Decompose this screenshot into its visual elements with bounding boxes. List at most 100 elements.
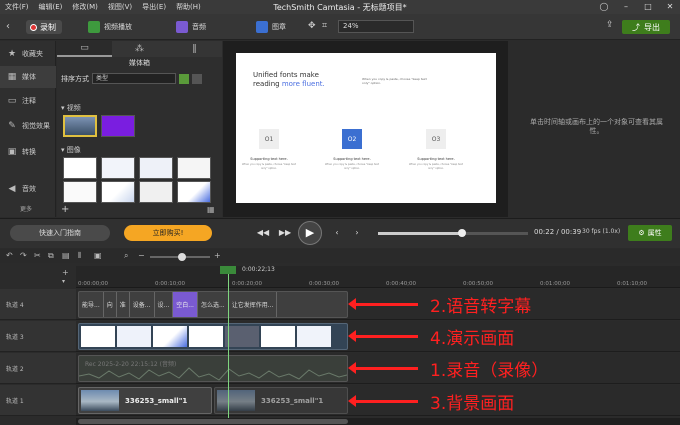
video-thumbnail[interactable] <box>101 115 135 137</box>
split-icon[interactable]: ⫴ <box>78 251 81 261</box>
sidebar-item-favorites[interactable]: ★ 收藏夹 <box>0 43 56 65</box>
track-header-3[interactable]: 轨道 3 <box>0 321 76 352</box>
grid-size-icon[interactable]: ▦ <box>207 205 215 214</box>
paste-icon[interactable]: ▤ <box>62 251 70 260</box>
tool-stamp[interactable]: 图章 <box>256 19 286 35</box>
export-button[interactable]: ⤴ 导出 <box>622 20 670 34</box>
maximize-icon[interactable]: □ <box>642 2 654 11</box>
video-section-header[interactable]: ▾ 视频 <box>61 103 81 113</box>
grid-view-icon[interactable] <box>192 73 202 84</box>
playback-progress[interactable] <box>378 229 528 237</box>
image-thumbnail[interactable] <box>139 181 173 203</box>
cut-icon[interactable]: ✂ <box>34 251 41 260</box>
timeline-ruler[interactable]: 0:00:00;00 0:00:10;00 0:00:20;00 0:00:30… <box>76 266 680 288</box>
menu-modify[interactable]: 修改(M) <box>67 2 103 12</box>
track-header-4[interactable]: 轨道 4 <box>0 289 76 320</box>
canvas-area[interactable]: Unified fonts make reading more fluent. … <box>223 41 508 217</box>
caption-segment[interactable]: 设... <box>155 292 174 317</box>
crop-icon[interactable]: ⌗ <box>322 21 327 31</box>
step-forward-icon[interactable]: ▶▶ <box>278 227 292 239</box>
image-section-header[interactable]: ▾ 图像 <box>61 145 81 155</box>
image-thumbnail[interactable] <box>139 157 173 179</box>
tool-audio[interactable]: 音频 <box>176 19 206 35</box>
image-thumbnail[interactable] <box>63 181 97 203</box>
zoom-select[interactable]: 24% <box>338 20 414 33</box>
menu-export[interactable]: 导出(E) <box>137 2 171 12</box>
zoom-slider-handle[interactable] <box>178 253 186 261</box>
magic-wand-icon: ✎ <box>8 121 16 131</box>
properties-button[interactable]: ⚙ 属性 <box>628 225 672 241</box>
menu-view[interactable]: 视图(V) <box>103 2 137 12</box>
camera-icon[interactable]: ▣ <box>94 251 102 260</box>
add-icon[interactable]: + <box>61 204 69 215</box>
minimize-icon[interactable]: – <box>620 2 632 11</box>
tab-books[interactable]: ‖ <box>167 41 222 57</box>
slide-sublabel: When you copy & paste, choose "keep text… <box>409 163 463 170</box>
caption-segment[interactable]: 准 <box>117 292 130 317</box>
record-button[interactable]: 录制 <box>26 20 62 34</box>
slides-clip[interactable] <box>78 323 348 350</box>
caption-segment-selected[interactable]: 空白... <box>173 292 198 317</box>
buy-now-button[interactable]: 立即购买! <box>124 225 212 241</box>
audio-clip[interactable]: Rec 2025-2-20 22:15:12 (音频) <box>78 355 348 382</box>
menu-edit[interactable]: 编辑(E) <box>34 2 68 12</box>
video-thumbnail[interactable] <box>63 115 97 137</box>
image-thumbnail[interactable] <box>63 157 97 179</box>
caption-segment[interactable]: 向 <box>104 292 117 317</box>
image-thumbnail[interactable] <box>101 181 135 203</box>
tab-media-bin[interactable]: ▭ <box>57 41 112 57</box>
image-thumbnail[interactable] <box>177 157 211 179</box>
zoom-out-icon[interactable]: − <box>138 251 145 260</box>
tool-video-play[interactable]: 视频播放 <box>88 19 132 35</box>
tab-library[interactable]: ⁂ <box>112 41 167 57</box>
redo-icon[interactable]: ↷ <box>20 251 27 260</box>
track-header-1[interactable]: 轨道 1 <box>0 385 76 416</box>
sidebar-item-visual-effects[interactable]: ✎ 视觉效果 <box>0 115 56 137</box>
timeline-scrollbar[interactable] <box>76 418 680 425</box>
annotation-arrow <box>348 395 418 407</box>
collapse-icon[interactable]: ▾ <box>62 278 65 285</box>
annotation-arrow <box>348 362 418 374</box>
undo-icon[interactable]: ↶ <box>6 251 13 260</box>
sidebar-more[interactable]: 更多 <box>20 204 32 213</box>
progress-handle[interactable] <box>458 229 466 237</box>
sidebar-item-transitions[interactable]: ▣ 转换 <box>0 141 56 163</box>
zoom-icon[interactable]: ⌕ <box>124 251 128 261</box>
zoom-in-icon[interactable]: + <box>214 251 221 260</box>
quick-start-guide-button[interactable]: 快速入门指南 <box>10 225 110 241</box>
pointer-icon[interactable]: ✥ <box>308 21 316 31</box>
caption-segment[interactable]: 设备... <box>130 292 155 317</box>
menu-help[interactable]: 帮助(H) <box>171 2 206 12</box>
background-clip[interactable]: 336253_small"1 <box>78 387 212 414</box>
background-clip[interactable]: 336253_small"1 <box>214 387 348 414</box>
sidebar-item-media[interactable]: ▦ 媒体 <box>0 66 56 88</box>
sidebar-item-annotations[interactable]: ▭ 注释 <box>0 90 56 112</box>
image-thumbnail[interactable] <box>101 157 135 179</box>
caption-segment[interactable]: 怎么选... <box>198 292 229 317</box>
close-icon[interactable]: ✕ <box>664 2 676 11</box>
copy-icon[interactable]: ⧉ <box>48 251 54 261</box>
menu-file[interactable]: 文件(F) <box>0 2 34 12</box>
next-icon[interactable]: › <box>350 227 364 239</box>
step-back-icon[interactable]: ◀◀ <box>256 227 270 239</box>
play-button[interactable]: ▶ <box>298 221 322 245</box>
add-track-icon[interactable]: + <box>62 268 69 277</box>
scrollbar-thumb[interactable] <box>78 419 348 424</box>
annotation-label: 3.背景画面 <box>430 394 515 414</box>
image-thumbnail[interactable] <box>177 181 211 203</box>
caption-segment[interactable]: 能导... <box>79 292 104 317</box>
back-icon[interactable]: ‹ <box>6 21 10 32</box>
zoom-slider[interactable] <box>150 253 210 261</box>
caption-segment[interactable]: 让它发挥作用... <box>229 292 278 317</box>
track-header-2[interactable]: 轨道 2 <box>0 353 76 384</box>
caption-clip[interactable]: 能导... 向 准 设备... 设... 空白... 怎么选... 让它发挥作用… <box>78 291 348 318</box>
playhead-handle[interactable] <box>220 266 236 274</box>
sort-select[interactable]: 类型 <box>92 73 176 84</box>
sidebar-item-audio-effects[interactable]: ◀ 音效 <box>0 178 56 200</box>
share-icon[interactable]: ⇪ <box>606 20 614 30</box>
user-icon[interactable]: ◯ <box>598 2 610 11</box>
previous-icon[interactable]: ‹ <box>330 227 344 239</box>
list-view-icon[interactable] <box>179 73 189 84</box>
fps-readout[interactable]: 30 fps (1.0x) <box>582 228 620 235</box>
slide-preview[interactable]: Unified fonts make reading more fluent. … <box>236 53 496 203</box>
